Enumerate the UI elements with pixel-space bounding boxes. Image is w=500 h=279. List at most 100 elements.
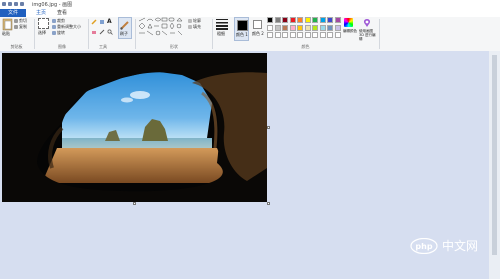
canvas-resize-handle-bottom[interactable] bbox=[133, 202, 136, 205]
rotate-label: 旋转 bbox=[57, 30, 65, 35]
palette-swatch[interactable] bbox=[267, 17, 273, 23]
watermark-text: 中文网 bbox=[442, 239, 479, 253]
tab-home[interactable]: 主页 bbox=[36, 9, 46, 17]
palette-swatch[interactable] bbox=[312, 32, 318, 38]
palette-swatch[interactable] bbox=[267, 24, 273, 31]
shapes-group: 轮廓 填充 形状 bbox=[137, 17, 211, 51]
edit-colors-button[interactable]: 编辑颜色 bbox=[343, 17, 357, 41]
palette-swatch[interactable] bbox=[304, 24, 311, 31]
watermark: php 中文网 bbox=[410, 237, 478, 254]
tools-group: A 工具 bbox=[90, 17, 116, 51]
shapes-gallery[interactable] bbox=[137, 17, 187, 37]
crop-icon bbox=[52, 19, 56, 23]
canvas-resize-handle-corner[interactable] bbox=[267, 202, 270, 205]
fill-label: 填充 bbox=[193, 24, 201, 29]
ribbon: 粘贴 剪切 复制 剪贴板 选择 裁剪 重新调整大小 旋转 图像 A 工具 刷子 … bbox=[0, 17, 500, 52]
outline-icon bbox=[188, 19, 192, 23]
copy-label: 复制 bbox=[19, 24, 27, 29]
color2-label: 颜色 2 bbox=[252, 31, 264, 36]
colors-group-label: 颜色 bbox=[301, 44, 310, 49]
fill-button[interactable]: 填充 bbox=[188, 24, 201, 30]
undo-icon[interactable] bbox=[14, 2, 18, 6]
app-icon bbox=[2, 2, 6, 6]
image-group: 选择 裁剪 重新调整大小 旋转 图像 bbox=[36, 17, 88, 51]
size-label: 粗细 bbox=[217, 31, 225, 36]
window-title: img06.jpg - 画图 bbox=[32, 2, 73, 8]
paint3d-button[interactable]: 使用画图 3D 进行编辑 bbox=[359, 17, 376, 41]
palette-swatch[interactable] bbox=[327, 24, 333, 31]
palette-swatch[interactable] bbox=[334, 24, 341, 31]
quick-access-toolbar bbox=[2, 2, 24, 6]
copy-icon bbox=[14, 25, 18, 29]
select-icon bbox=[38, 18, 49, 29]
vertical-scrollbar[interactable] bbox=[489, 51, 500, 279]
palette-swatch[interactable] bbox=[297, 17, 303, 23]
canvas-resize-handle-right[interactable] bbox=[267, 126, 270, 129]
palette-swatch[interactable] bbox=[289, 32, 296, 38]
palette-swatch[interactable] bbox=[297, 24, 303, 31]
select-label: 选择 bbox=[38, 30, 46, 35]
palette-swatch[interactable] bbox=[327, 32, 333, 38]
rotate-button[interactable]: 旋转 bbox=[52, 30, 65, 36]
select-button[interactable]: 选择 bbox=[38, 18, 50, 40]
fill-bucket-icon[interactable] bbox=[99, 19, 105, 25]
save-icon[interactable] bbox=[8, 2, 12, 6]
line-size-icon bbox=[216, 19, 228, 30]
tab-view[interactable]: 查看 bbox=[57, 9, 67, 17]
size-group: 粗细 bbox=[214, 17, 232, 51]
palette-swatch[interactable] bbox=[304, 17, 311, 23]
palette-swatch[interactable] bbox=[319, 17, 326, 23]
palette-swatch[interactable] bbox=[274, 24, 281, 31]
palette-swatch[interactable] bbox=[289, 17, 296, 23]
file-menu-button[interactable]: 文件 bbox=[0, 9, 26, 17]
ribbon-divider bbox=[135, 19, 136, 49]
color1-button[interactable]: 颜色 1 bbox=[234, 17, 249, 41]
paste-button[interactable]: 粘贴 bbox=[2, 17, 13, 39]
palette-swatch[interactable] bbox=[334, 32, 341, 38]
ribbon-divider bbox=[212, 19, 213, 49]
copy-button[interactable]: 复制 bbox=[14, 24, 27, 30]
brushes-button[interactable]: 刷子 bbox=[118, 17, 132, 39]
brushes-group: 刷子 bbox=[117, 17, 134, 51]
color2-button[interactable]: 颜色 2 bbox=[251, 17, 265, 41]
palette-swatch[interactable] bbox=[319, 32, 326, 38]
palette-swatch[interactable] bbox=[267, 32, 273, 38]
php-logo-text: php bbox=[415, 242, 432, 251]
palette-swatch[interactable] bbox=[282, 24, 288, 31]
palette-swatch[interactable] bbox=[319, 24, 326, 31]
redo-icon[interactable] bbox=[20, 2, 24, 6]
color1-label: 颜色 1 bbox=[236, 32, 248, 37]
scrollbar-thumb[interactable] bbox=[492, 55, 497, 255]
palette-swatch[interactable] bbox=[312, 24, 318, 31]
palette-swatch[interactable] bbox=[334, 17, 341, 23]
pencil-icon[interactable] bbox=[91, 19, 97, 25]
palette-swatch[interactable] bbox=[282, 17, 288, 23]
sea-cave-image bbox=[2, 53, 267, 202]
paste-icon bbox=[2, 18, 13, 31]
palette-swatch[interactable] bbox=[289, 24, 296, 31]
size-button[interactable]: 粗细 bbox=[215, 18, 230, 40]
ribbon-divider bbox=[34, 19, 35, 49]
paste-label: 粘贴 bbox=[2, 31, 10, 36]
color-picker-icon[interactable] bbox=[99, 29, 105, 35]
cut-icon bbox=[14, 19, 18, 23]
image-group-label: 图像 bbox=[58, 44, 66, 49]
palette-swatch[interactable] bbox=[327, 17, 333, 23]
eraser-icon[interactable] bbox=[91, 29, 97, 35]
text-tool-icon[interactable]: A bbox=[107, 18, 112, 25]
magnifier-icon[interactable] bbox=[107, 29, 113, 35]
palette-swatch[interactable] bbox=[297, 32, 303, 38]
clipboard-group-label: 剪贴板 bbox=[10, 44, 23, 49]
palette-swatch[interactable] bbox=[304, 32, 311, 38]
palette-swatch[interactable] bbox=[274, 17, 281, 23]
brush-icon bbox=[120, 21, 129, 30]
colors-group: 颜色 1 颜色 2 编辑颜色 使用画图 3D 进行编辑 颜色 bbox=[233, 17, 378, 51]
paint3d-icon bbox=[363, 19, 371, 27]
palette-swatch[interactable] bbox=[274, 32, 281, 38]
color-palette bbox=[267, 17, 343, 41]
drawing-canvas[interactable] bbox=[2, 53, 267, 202]
palette-swatch[interactable] bbox=[282, 32, 288, 38]
ribbon-divider bbox=[379, 19, 380, 49]
palette-swatch[interactable] bbox=[312, 17, 318, 23]
edit-colors-label: 编辑颜色 bbox=[343, 29, 357, 33]
